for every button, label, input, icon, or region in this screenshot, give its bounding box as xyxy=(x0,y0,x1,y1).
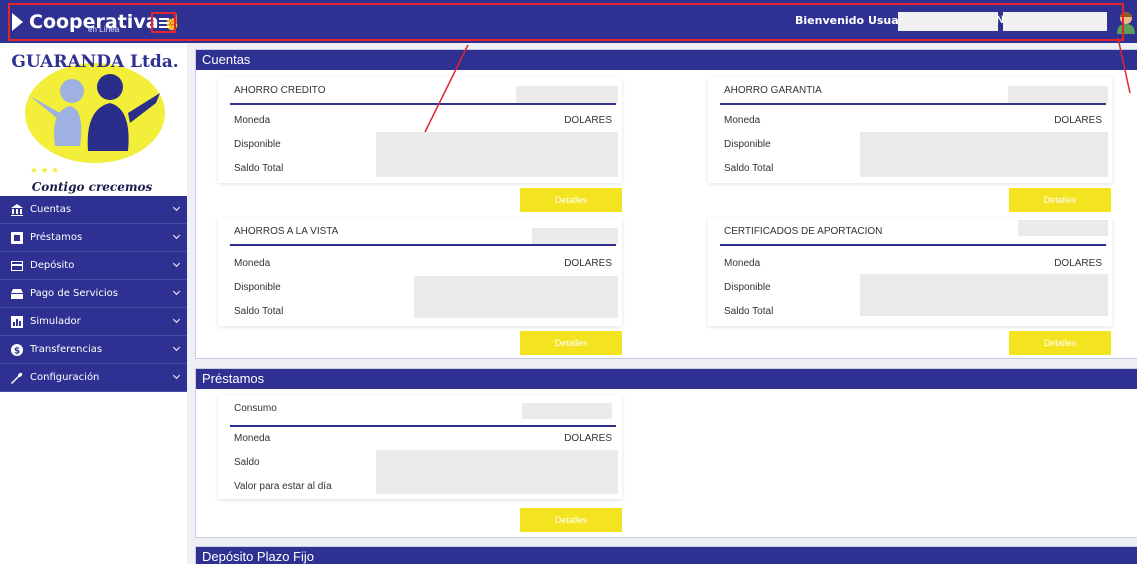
chevron-down-icon xyxy=(172,343,181,352)
deposit-icon xyxy=(10,259,24,273)
disponible-label: Disponible xyxy=(724,282,771,293)
sidebar-item-label: Configuración xyxy=(30,372,100,383)
guaranda-logo: GUARANDA Ltda. ★ ★ ★ Contigo crecemos xyxy=(11,52,178,194)
logo-name: GUARANDA Ltda. xyxy=(11,52,178,72)
sidebar-item-label: Simulador xyxy=(30,316,81,327)
account-card-ahorro-credito: AHORRO CREDITO Moneda DOLARES Disponible… xyxy=(218,77,622,183)
card-title: AHORRO CREDITO xyxy=(234,85,326,96)
bank-icon xyxy=(10,203,24,217)
sidebar-item-label: Transferencias xyxy=(30,344,103,355)
disponible-label: Disponible xyxy=(234,139,281,150)
panel-title: Depósito Plazo Fijo xyxy=(196,547,1137,564)
valor-al-dia-label: Valor para estar al día xyxy=(234,481,332,492)
redacted-username-2 xyxy=(1003,12,1107,31)
sidebar-item-label: Depósito xyxy=(30,260,75,271)
prestamos-panel: Préstamos Consumo Moneda DOLARES Saldo V… xyxy=(195,368,1137,538)
card-title: Consumo xyxy=(234,403,277,414)
sidebar-nav: Cuentas Préstamos Depósito Pago de Servi… xyxy=(0,196,187,392)
saldo-total-label: Saldo Total xyxy=(234,306,284,317)
logo-slogan: Contigo crecemos xyxy=(32,180,153,194)
chevron-down-icon xyxy=(172,287,181,296)
dollar-circle-icon: $ xyxy=(10,343,24,357)
sidebar-item-deposito[interactable]: Depósito xyxy=(0,252,187,280)
sidebar-item-pago-servicios[interactable]: Pago de Servicios xyxy=(0,280,187,308)
moneda-label: Moneda xyxy=(724,258,761,269)
redacted-balances xyxy=(860,274,1108,316)
chevron-down-icon xyxy=(172,259,181,268)
redacted-account-number xyxy=(516,86,618,103)
saldo-label: Saldo xyxy=(234,457,260,468)
moneda-value: DOLARES xyxy=(1054,115,1102,126)
moneda-label: Moneda xyxy=(234,258,271,269)
card-title: AHORRO GARANTIA xyxy=(724,85,822,96)
top-bar: Cooperativa ☝ en Línea Bienvenido Usuari… xyxy=(0,0,1137,43)
detalles-button[interactable]: Detalles xyxy=(1009,331,1111,355)
payment-icon xyxy=(10,287,24,301)
hamburger-menu-button[interactable] xyxy=(151,12,176,33)
account-card-ahorros-vista: AHORROS A LA VISTA Moneda DOLARES Dispon… xyxy=(218,218,622,326)
user-avatar-icon[interactable] xyxy=(1116,10,1136,34)
sidebar-item-label: Préstamos xyxy=(30,232,83,243)
chart-icon xyxy=(10,315,24,329)
redacted-username xyxy=(898,12,998,31)
sidebar-item-prestamos[interactable]: Préstamos xyxy=(0,224,187,252)
loan-icon xyxy=(10,231,24,245)
detalles-button[interactable]: Detalles xyxy=(520,188,622,212)
detalles-button[interactable]: Detalles xyxy=(1009,188,1111,212)
saldo-total-label: Saldo Total xyxy=(724,306,774,317)
brand-subtitle: en Línea xyxy=(88,25,120,34)
chevron-down-icon xyxy=(172,203,181,212)
redacted-balances xyxy=(376,132,618,177)
detalles-button[interactable]: Detalles xyxy=(520,331,622,355)
saldo-total-label: Saldo Total xyxy=(724,163,774,174)
moneda-value: DOLARES xyxy=(564,115,612,126)
loan-card-consumo: Consumo Moneda DOLARES Saldo Valor para … xyxy=(218,395,622,499)
redacted-loan-number xyxy=(522,403,612,419)
redacted-account-number xyxy=(1018,220,1108,236)
play-icon xyxy=(12,13,23,31)
sidebar: GUARANDA Ltda. ★ ★ ★ Contigo crecemos Cu… xyxy=(0,43,187,564)
chevron-down-icon xyxy=(172,371,181,380)
cuentas-panel: Cuentas AHORRO CREDITO Moneda DOLARES Di… xyxy=(195,49,1137,359)
panel-title: Cuentas xyxy=(196,50,1137,70)
redacted-balances xyxy=(414,276,618,318)
chevron-down-icon xyxy=(172,315,181,324)
account-card-ahorro-garantia: AHORRO GARANTIA Moneda DOLARES Disponibl… xyxy=(708,77,1112,183)
account-card-certificados: CERTIFICADOS DE APORTACION Moneda DOLARE… xyxy=(708,218,1112,326)
moneda-label: Moneda xyxy=(234,115,271,126)
sidebar-item-simulador[interactable]: Simulador xyxy=(0,308,187,336)
redacted-account-number xyxy=(532,228,618,244)
sidebar-item-label: Pago de Servicios xyxy=(30,288,118,299)
deposito-panel: Depósito Plazo Fijo xyxy=(195,546,1137,564)
sidebar-item-transferencias[interactable]: $ Transferencias xyxy=(0,336,187,364)
moneda-value: DOLARES xyxy=(564,433,612,444)
svg-text:★ ★ ★: ★ ★ ★ xyxy=(30,165,59,175)
sidebar-item-label: Cuentas xyxy=(30,204,72,215)
sidebar-item-configuracion[interactable]: Configuración xyxy=(0,364,187,392)
sidebar-item-cuentas[interactable]: Cuentas xyxy=(0,196,187,224)
redacted-loan-balances xyxy=(376,450,618,494)
saldo-total-label: Saldo Total xyxy=(234,163,284,174)
moneda-label: Moneda xyxy=(724,115,761,126)
panel-title: Préstamos xyxy=(196,369,1137,389)
moneda-value: DOLARES xyxy=(564,258,612,269)
moneda-label: Moneda xyxy=(234,433,271,444)
card-title: AHORROS A LA VISTA xyxy=(234,226,339,237)
detalles-button[interactable]: Detalles xyxy=(520,508,622,532)
redacted-account-number xyxy=(1008,86,1108,103)
redacted-balances xyxy=(860,132,1108,177)
wrench-icon xyxy=(10,371,24,385)
card-title: CERTIFICADOS DE APORTACION xyxy=(724,226,883,237)
chevron-down-icon xyxy=(172,231,181,240)
svg-text:$: $ xyxy=(14,346,20,356)
moneda-value: DOLARES xyxy=(1054,258,1102,269)
disponible-label: Disponible xyxy=(724,139,771,150)
disponible-label: Disponible xyxy=(234,282,281,293)
